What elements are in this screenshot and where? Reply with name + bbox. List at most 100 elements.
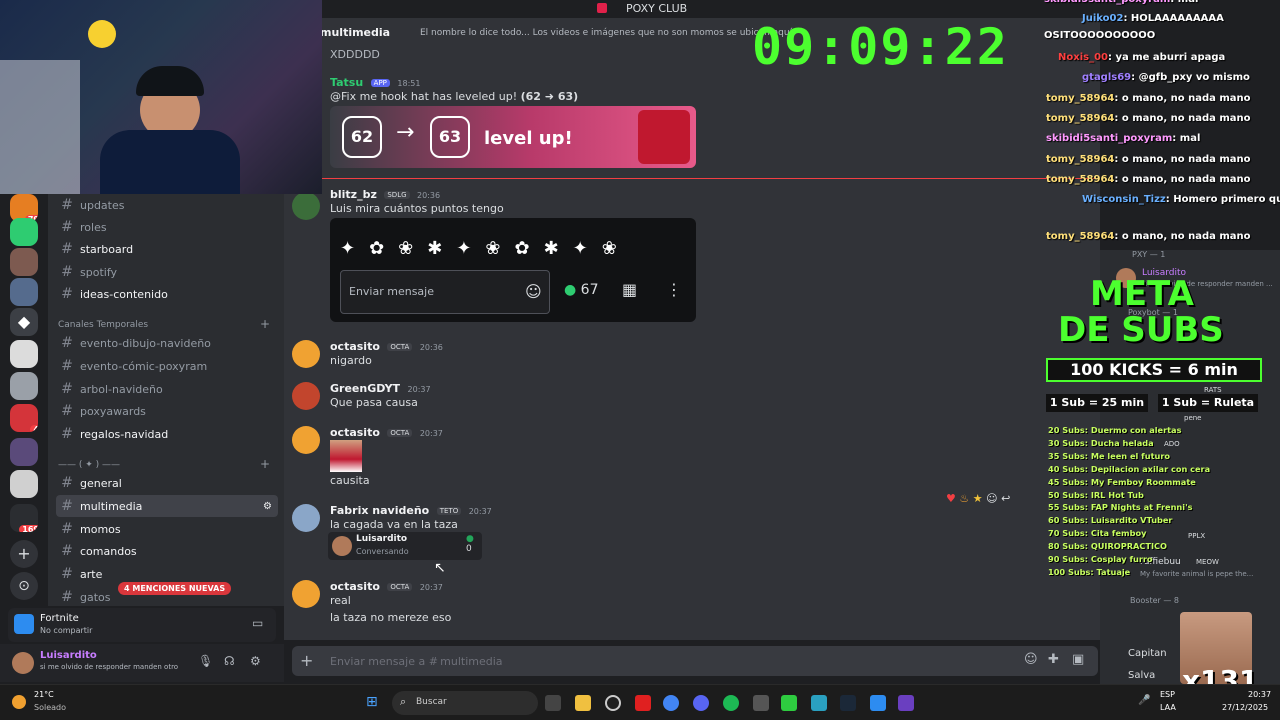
channel-arbol[interactable]: # arbol-navideño [56, 378, 278, 400]
file-explorer-icon[interactable] [575, 695, 591, 711]
start-icon[interactable]: ⊞ [366, 694, 382, 710]
channel-momos[interactable]: # momos [56, 518, 278, 540]
add-reaction-icon[interactable]: ☺ [986, 492, 997, 505]
channel-evento-dibujo[interactable]: # evento-dibujo-navideño [56, 332, 278, 354]
server-icon[interactable] [10, 470, 38, 498]
kick-icon[interactable] [781, 695, 797, 711]
server-icon[interactable] [10, 372, 38, 400]
clock-time[interactable]: 20:37 [1248, 690, 1271, 699]
goal-item: 35 Subs: Me leen el futuro [1048, 450, 1170, 461]
channel-updates[interactable]: # updates [56, 194, 278, 216]
gift-icon[interactable]: ▣ [1072, 652, 1084, 667]
shop-icon[interactable]: ▦ [622, 280, 637, 299]
emoji-icon[interactable]: ☺ [525, 282, 542, 301]
fire-reaction-icon[interactable]: ♨ [959, 492, 969, 505]
lang-code[interactable]: ESP [1160, 690, 1175, 699]
server-icon[interactable] [10, 278, 38, 306]
app-icon[interactable] [635, 695, 651, 711]
emoji-row: ✦✿❀✱✦❀✿✱✦❀ [340, 238, 631, 259]
hash-icon: # [61, 286, 73, 302]
message-author[interactable]: octasito [330, 340, 380, 353]
user-avatar[interactable] [12, 652, 34, 674]
avatar[interactable] [292, 426, 320, 454]
member-name[interactable]: Salva [1128, 670, 1155, 681]
channel-starboard[interactable]: # starboard [56, 238, 278, 260]
obs-icon[interactable] [605, 695, 621, 711]
channel-evento-comic[interactable]: # evento-cómic-poxyram [56, 355, 278, 377]
member-name[interactable]: Capitan [1128, 648, 1167, 659]
settings-icon[interactable]: ⚙ [263, 501, 272, 512]
message-author[interactable]: Tatsu [330, 76, 363, 89]
message-author[interactable]: blitz_bz [330, 188, 377, 201]
category-main[interactable]: —— ( ✦ ) —— [58, 460, 120, 470]
avatar[interactable] [292, 382, 320, 410]
apps-icon[interactable]: ✚ [1048, 652, 1059, 667]
message-author[interactable]: octasito [330, 580, 380, 593]
embed-message-input[interactable]: Enviar mensaje ☺ [340, 270, 550, 314]
heart-reaction-icon[interactable]: ♥ [946, 492, 956, 505]
avatar[interactable] [292, 504, 320, 532]
avatar[interactable] [292, 192, 320, 220]
hash-icon: # [61, 426, 73, 442]
reply-icon[interactable]: ↩ [1001, 492, 1010, 505]
clock-date[interactable]: 27/12/2025 [1222, 703, 1268, 712]
channel-regalos[interactable]: # regalos-navidad [56, 423, 278, 445]
mic-tray-icon[interactable]: 🎤 [1138, 695, 1150, 706]
server-icon[interactable] [10, 218, 38, 246]
star-reaction-icon[interactable]: ★ [973, 492, 983, 505]
add-channel-icon[interactable]: + [260, 457, 270, 471]
channel-multimedia[interactable]: # multimedia ⚙ [56, 495, 278, 517]
task-view-icon[interactable] [545, 695, 561, 711]
channel-roles[interactable]: # roles [56, 216, 278, 238]
server-icon[interactable] [10, 248, 38, 276]
fortnite-icon[interactable] [870, 695, 886, 711]
chrome-icon[interactable] [663, 695, 679, 711]
voice-popout-card[interactable]: Luisardito Conversando ● 0 [328, 532, 482, 560]
message-actions[interactable]: ♥ ♨ ★ ☺ ↩ [946, 492, 1046, 510]
headphones-icon[interactable]: ☊ [224, 654, 235, 668]
channel-ideas-contenido[interactable]: # ideas-contenido [56, 283, 278, 305]
add-server-icon[interactable]: + [10, 540, 38, 568]
app-icon[interactable] [898, 695, 914, 711]
message-composer[interactable]: + Enviar mensaje a # multimedia ☺ ✚ ▣ [292, 646, 1098, 676]
server-icon[interactable] [10, 340, 38, 368]
avatar[interactable] [292, 580, 320, 608]
mic-icon[interactable]: 🎙 [198, 654, 213, 668]
sticker-image[interactable] [330, 440, 362, 472]
avatar[interactable] [292, 340, 320, 368]
new-mentions-badge[interactable]: 4 MENCIONES NUEVAS [118, 582, 232, 595]
server-icon[interactable]: ◆ [10, 308, 38, 336]
app-icon[interactable] [811, 695, 827, 711]
goal-item: 90 Subs: Cosplay furro [1048, 554, 1153, 565]
screenshare-icon[interactable]: ▭ [252, 616, 263, 630]
add-channel-icon[interactable]: + [260, 317, 270, 331]
channel-general[interactable]: # general [56, 472, 278, 494]
message-author[interactable]: GreenGDYT [330, 382, 400, 395]
activity-panel[interactable]: Fortnite No compartir ▭ [8, 608, 276, 642]
server-icon[interactable]: 169 [10, 504, 38, 532]
message-author[interactable]: Fabrix navideño [330, 504, 429, 517]
emoji-picker-icon[interactable]: ☺ [1024, 652, 1038, 667]
discover-icon[interactable]: ⊙ [10, 572, 38, 600]
lang-layout[interactable]: LAA [1160, 703, 1176, 712]
message-time: 20:37 [468, 507, 492, 516]
more-icon[interactable]: ⋮ [666, 280, 682, 299]
app-icon[interactable] [753, 695, 769, 711]
level-from: 62 [342, 116, 382, 158]
server-icon[interactable] [10, 438, 38, 466]
channel-poxyawards[interactable]: # poxyawards [56, 400, 278, 422]
add-attachment-icon[interactable]: + [300, 651, 313, 670]
user-name[interactable]: Luisardito [40, 650, 97, 661]
message-author[interactable]: octasito [330, 426, 380, 439]
spotify-icon[interactable] [723, 695, 739, 711]
mouse-cursor-icon: ↖ [434, 560, 446, 576]
mention[interactable]: @Fix me hook hat [330, 90, 429, 103]
category-temp[interactable]: Canales Temporales [58, 320, 148, 330]
search-box[interactable]: ⌕ Buscar [392, 691, 538, 715]
discord-icon[interactable] [693, 695, 709, 711]
channel-spotify[interactable]: # spotify [56, 261, 278, 283]
user-settings-icon[interactable]: ⚙ [250, 654, 261, 668]
steam-icon[interactable] [840, 695, 856, 711]
server-icon[interactable]: 4 [10, 404, 38, 432]
channel-comandos[interactable]: # comandos [56, 540, 278, 562]
